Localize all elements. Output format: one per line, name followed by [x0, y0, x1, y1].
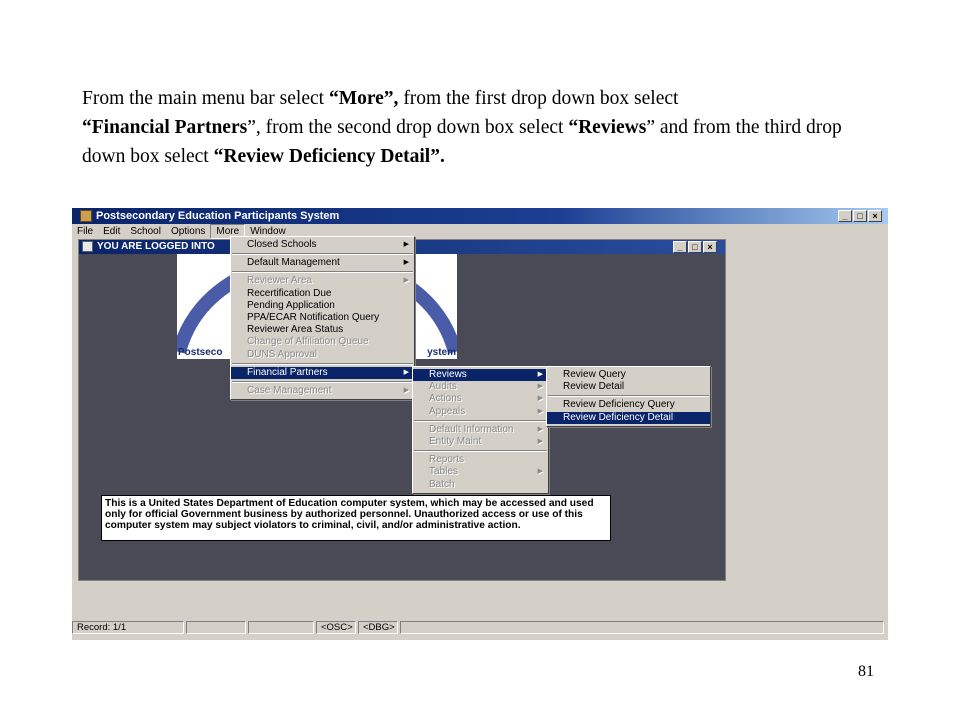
more-menu: Closed Schools ▶ Default Management ▶ Revi… — [230, 236, 415, 401]
submenu-arrow-icon: ▶ — [537, 468, 543, 476]
close-button[interactable]: × — [868, 210, 882, 222]
menu-separator — [548, 395, 709, 398]
menu-separator — [232, 362, 413, 365]
instruction-text: From the main menu bar select “More”, fr… — [82, 84, 872, 171]
status-osc: <OSC> — [316, 621, 356, 634]
submenu-arrow-icon: ▶ — [537, 425, 543, 433]
menu-school[interactable]: School — [125, 224, 166, 239]
submenu-arrow-icon: ▶ — [537, 437, 543, 445]
logo-text-right: ystem — [427, 347, 456, 358]
menu-item-review-query[interactable]: Review Query — [547, 369, 710, 381]
submenu-arrow-icon: ▶ — [403, 386, 409, 394]
menu-item-recertification-due[interactable]: Recertification Due — [231, 288, 414, 300]
menu-item-default-management[interactable]: Default Management ▶ — [231, 257, 414, 269]
menu-bar: File Edit School Options More Window — [72, 224, 888, 239]
status-field-empty — [248, 621, 314, 634]
financial-partners-menu: Reviews ▶ Audits ▶ Actions ▶ Appeals ▶ Defau… — [412, 366, 549, 494]
menu-item-appeals: Appeals ▶ — [429, 405, 543, 417]
child-window-title: YOU ARE LOGGED INTO — [97, 241, 215, 252]
submenu-arrow-icon: ▶ — [537, 371, 543, 378]
menu-item-closed-schools[interactable]: Closed Schools ▶ — [231, 239, 414, 251]
menu-separator — [414, 419, 547, 422]
submenu-arrow-icon: ▶ — [537, 383, 543, 391]
child-maximize-button[interactable]: □ — [688, 241, 702, 253]
child-close-button[interactable]: × — [703, 241, 717, 253]
slide-number: 81 — [858, 663, 874, 680]
logo-text-left: Postseco — [178, 347, 223, 358]
menu-file[interactable]: File — [72, 224, 98, 239]
instruction-part: ”, from the second drop down box select — [247, 117, 569, 138]
title-bar[interactable]: Postsecondary Education Participants Sys… — [72, 208, 888, 224]
menu-options[interactable]: Options — [166, 224, 210, 239]
menu-item-reviewer-area-status[interactable]: Reviewer Area Status — [231, 324, 414, 336]
instruction-more: “More”, — [328, 88, 399, 109]
menu-item-review-detail[interactable]: Review Detail — [547, 381, 710, 393]
menu-item-reviews[interactable]: Reviews ▶ — [413, 369, 548, 382]
menu-separator — [232, 271, 413, 274]
menu-edit[interactable]: Edit — [98, 224, 125, 239]
instruction-review-deficiency-detail: “Review Deficiency Detail”. — [213, 146, 445, 167]
submenu-arrow-icon: ▶ — [403, 259, 409, 267]
menu-item-reviewer-area: Reviewer Area ▶ — [247, 275, 409, 287]
menu-item-tables: Tables ▶ — [429, 466, 543, 478]
menu-item-batch: Batch — [429, 478, 455, 490]
menu-item-audits: Audits ▶ — [429, 381, 543, 393]
menu-item-case-management: Case Management ▶ — [247, 384, 409, 396]
submenu-arrow-icon: ▶ — [537, 395, 543, 403]
reviews-menu: Review Query Review Detail Review Defici… — [546, 366, 711, 427]
menu-item-pending-application[interactable]: Pending Application — [231, 300, 414, 312]
menu-item-ppa-ecar-notification-query[interactable]: PPA/ECAR Notification Query — [231, 312, 414, 324]
menu-item-duns-approval: DUNS Approval — [247, 348, 318, 360]
status-dbg: <DBG> — [358, 621, 398, 634]
menu-item-financial-partners[interactable]: Financial Partners ▶ — [231, 366, 414, 379]
instruction-part: From the main menu bar select — [82, 88, 329, 109]
status-bar: Record: 1/1 <OSC> <DBG> — [72, 621, 888, 634]
submenu-arrow-icon: ▶ — [403, 241, 409, 248]
menu-item-entity-maint: Entity Maint ▶ — [429, 435, 543, 447]
instruction-part: from the first drop down box select — [398, 88, 679, 109]
submenu-arrow-icon: ▶ — [403, 277, 409, 285]
menu-item-review-deficiency-query[interactable]: Review Deficiency Query — [547, 399, 710, 411]
child-window-icon — [82, 241, 93, 252]
menu-item-review-deficiency-detail[interactable]: Review Deficiency Detail — [547, 411, 710, 424]
instruction-financial-partners: “Financial Partners — [82, 117, 248, 138]
submenu-arrow-icon: ▶ — [537, 407, 543, 415]
menu-separator — [232, 380, 413, 383]
app-icon — [80, 210, 92, 222]
status-record: Record: 1/1 — [72, 621, 184, 634]
menu-item-actions: Actions ▶ — [429, 393, 543, 405]
menu-item-change-of-affiliation-queue: Change of Affiliation Queue — [247, 336, 369, 348]
child-window-buttons: _ □ × — [673, 241, 717, 253]
menu-separator — [232, 253, 413, 256]
security-notice: This is a United States Department of Ed… — [101, 495, 611, 541]
instruction-reviews: “Reviews — [568, 117, 647, 138]
menu-item-reports: Reports — [429, 454, 465, 466]
submenu-arrow-icon: ▶ — [403, 368, 409, 376]
menu-separator — [414, 450, 547, 453]
menu-item-default-information: Default Information ▶ — [429, 423, 543, 435]
window-title: Postsecondary Education Participants Sys… — [96, 210, 340, 222]
minimize-button[interactable]: _ — [838, 210, 852, 222]
window-buttons: _ □ × — [838, 210, 882, 222]
status-field-empty — [400, 621, 884, 634]
status-field-empty — [186, 621, 246, 634]
maximize-button[interactable]: □ — [853, 210, 867, 222]
child-minimize-button[interactable]: _ — [673, 241, 687, 253]
